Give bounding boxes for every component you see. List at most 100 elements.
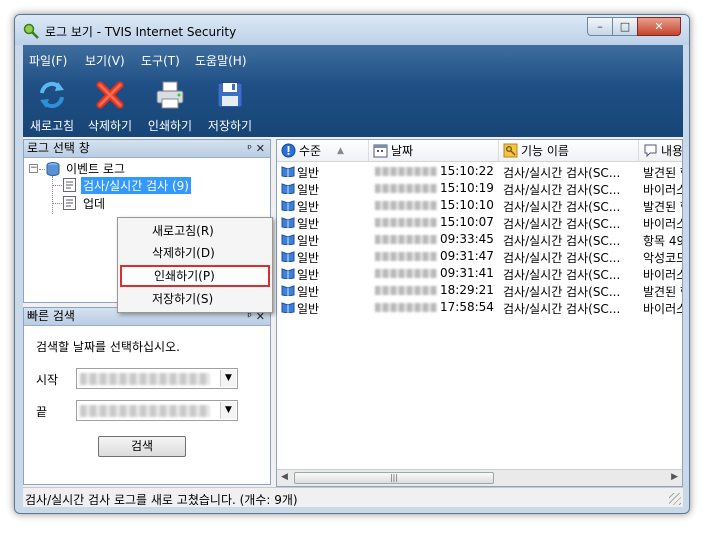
search-button[interactable]: 검색 xyxy=(98,436,186,457)
log-panel-title: 로그 선택 창 xyxy=(27,141,90,155)
tree-item-scan-log[interactable]: 검사/실시간 검사 (9) xyxy=(81,177,191,194)
save-button[interactable]: 저장하기 xyxy=(203,75,257,137)
row-feature: 검사/실시간 검사(SC... xyxy=(503,234,621,248)
save-label: 저장하기 xyxy=(207,119,253,133)
print-label: 인쇄하기 xyxy=(147,119,193,133)
column-level[interactable]: 수준 ▲ xyxy=(277,140,369,162)
book-icon xyxy=(281,251,295,262)
chevron-down-icon[interactable]: ▼ xyxy=(220,402,236,419)
row-date-redacted xyxy=(375,201,437,210)
scroll-right-icon[interactable]: ▶ xyxy=(671,472,678,482)
scrollbar-thumb[interactable]: ||| xyxy=(294,472,494,484)
row-level: 일반 xyxy=(297,251,320,265)
row-date-redacted xyxy=(375,167,437,176)
context-menu: 새로고침(R) 삭제하기(D) 인쇄하기(P) 저장하기(S) xyxy=(117,217,273,313)
table-row[interactable]: 일반 18:29:21 검사/실시간 검사(SC... 발견된 형 xyxy=(277,282,682,299)
table-row[interactable]: 일반 09:33:45 검사/실시간 검사(SC... 항목 499 xyxy=(277,231,682,248)
tree-item-update-log[interactable]: 업데 xyxy=(83,195,105,212)
row-feature: 검사/실시간 검사(SC... xyxy=(503,217,621,231)
column-content-label: 내용 xyxy=(661,144,683,158)
tree-line xyxy=(52,176,53,214)
column-content[interactable]: 내용 xyxy=(639,140,683,162)
tree-line xyxy=(52,185,62,186)
window-title: 로그 보기 - TVIS Internet Security xyxy=(45,25,237,39)
table-row[interactable]: 일반 15:10:07 검사/실시간 검사(SC... 바이러스 xyxy=(277,214,683,231)
status-bar: 검사/실시간 검사 로그를 새로 고쳤습니다. (개수: 9개) xyxy=(23,487,683,507)
calendar-icon xyxy=(373,144,388,158)
resize-grip-icon[interactable] xyxy=(669,493,681,505)
magnifier-icon xyxy=(23,23,39,39)
table-row[interactable]: 일반 15:10:10 검사/실시간 검사(SC... 발견된 형 xyxy=(277,197,682,214)
table-row[interactable]: 일반 15:10:19 검사/실시간 검사(SC... 바이러스 xyxy=(277,180,682,197)
chevron-down-icon[interactable]: ▼ xyxy=(220,370,236,387)
context-print[interactable]: 인쇄하기(P) xyxy=(120,265,270,287)
row-content: 발견된 형 xyxy=(643,200,682,214)
row-time: 17:58:54 xyxy=(440,300,494,314)
refresh-label: 새로고침 xyxy=(29,119,75,133)
table-row[interactable]: 일반 09:31:47 검사/실시간 검사(SC... 악성코드 xyxy=(277,248,682,265)
row-level: 일반 xyxy=(297,268,320,282)
menu-help[interactable]: 도움말(H) xyxy=(195,52,247,69)
end-date-picker[interactable]: ▼ xyxy=(76,400,238,421)
context-refresh[interactable]: 새로고침(R) xyxy=(120,220,270,242)
table-row[interactable]: 일반 09:31:41 검사/실시간 검사(SC... 바이러스 xyxy=(277,265,682,282)
row-content: 발견된 형 xyxy=(643,166,682,180)
minimize-button[interactable]: – xyxy=(587,17,613,36)
table-row[interactable]: 일반 17:58:54 검사/실시간 검사(SC... 바이러스 xyxy=(277,299,683,316)
menu-view[interactable]: 보기(V) xyxy=(85,52,125,69)
refresh-button[interactable]: 새로고침 xyxy=(27,75,77,137)
print-button[interactable]: 인쇄하기 xyxy=(143,75,197,137)
delete-label: 삭제하기 xyxy=(87,119,133,133)
horizontal-scrollbar[interactable]: ◀ ||| ▶ xyxy=(277,469,682,486)
row-time: 15:10:22 xyxy=(440,164,494,178)
info-icon xyxy=(281,143,296,158)
book-icon xyxy=(281,166,295,177)
menu-file[interactable]: 파일(F) xyxy=(29,52,67,69)
app-window: 로그 보기 - TVIS Internet Security – □ ✕ 파일(… xyxy=(14,14,690,514)
row-feature: 검사/실시간 검사(SC... xyxy=(503,285,621,299)
pin-icon[interactable]: ᵖ xyxy=(247,140,252,157)
book-icon xyxy=(281,302,295,313)
scroll-left-icon[interactable]: ◀ xyxy=(281,472,288,482)
row-level: 일반 xyxy=(297,166,320,180)
column-level-label: 수준 xyxy=(299,144,322,158)
delete-button[interactable]: 삭제하기 xyxy=(83,75,137,137)
column-date[interactable]: 날짜 xyxy=(369,140,499,162)
menu-tools[interactable]: 도구(T) xyxy=(141,52,180,69)
title-bar[interactable]: 로그 보기 - TVIS Internet Security – □ ✕ xyxy=(15,15,689,45)
table-row[interactable]: 일반 15:10:22 검사/실시간 검사(SC... 발견된 형 xyxy=(277,163,682,180)
column-date-label: 날짜 xyxy=(391,144,414,158)
context-delete[interactable]: 삭제하기(D) xyxy=(120,242,270,264)
row-level: 일반 xyxy=(297,200,320,214)
end-date-value xyxy=(80,405,210,417)
collapse-icon[interactable]: − xyxy=(29,164,38,173)
start-date-value xyxy=(80,373,210,385)
row-level: 일반 xyxy=(297,183,320,197)
panel-close-icon[interactable]: ✕ xyxy=(256,140,265,157)
tree-root-label[interactable]: 이벤트 로그 xyxy=(66,160,125,177)
row-content: 바이러스 xyxy=(643,302,683,316)
context-save[interactable]: 저장하기(S) xyxy=(120,288,270,310)
row-time: 18:29:21 xyxy=(440,283,494,297)
row-date-redacted xyxy=(375,184,437,193)
start-date-picker[interactable]: ▼ xyxy=(76,368,238,389)
book-icon xyxy=(281,217,295,228)
row-date-redacted xyxy=(375,269,437,278)
toolbar: 새로고침 삭제하기 인쇄하기 저장하기 xyxy=(23,75,683,137)
tree-line xyxy=(52,203,62,204)
close-button[interactable]: ✕ xyxy=(637,17,681,36)
row-date-redacted xyxy=(375,252,437,261)
column-feature[interactable]: 기능 이름 xyxy=(499,140,639,162)
row-date-redacted xyxy=(375,303,437,312)
row-level: 일반 xyxy=(297,285,320,299)
status-text: 검사/실시간 검사 로그를 새로 고쳤습니다. (개수: 9개) xyxy=(25,493,298,507)
row-level: 일반 xyxy=(297,302,320,316)
log-file-icon xyxy=(63,196,76,210)
row-time: 09:33:45 xyxy=(440,232,494,246)
row-content: 바이러스 xyxy=(643,217,683,231)
row-feature: 검사/실시간 검사(SC... xyxy=(503,166,621,180)
row-time: 09:31:47 xyxy=(440,249,494,263)
delete-icon xyxy=(96,81,124,109)
maximize-button[interactable]: □ xyxy=(612,17,638,36)
column-feature-label: 기능 이름 xyxy=(521,144,569,158)
